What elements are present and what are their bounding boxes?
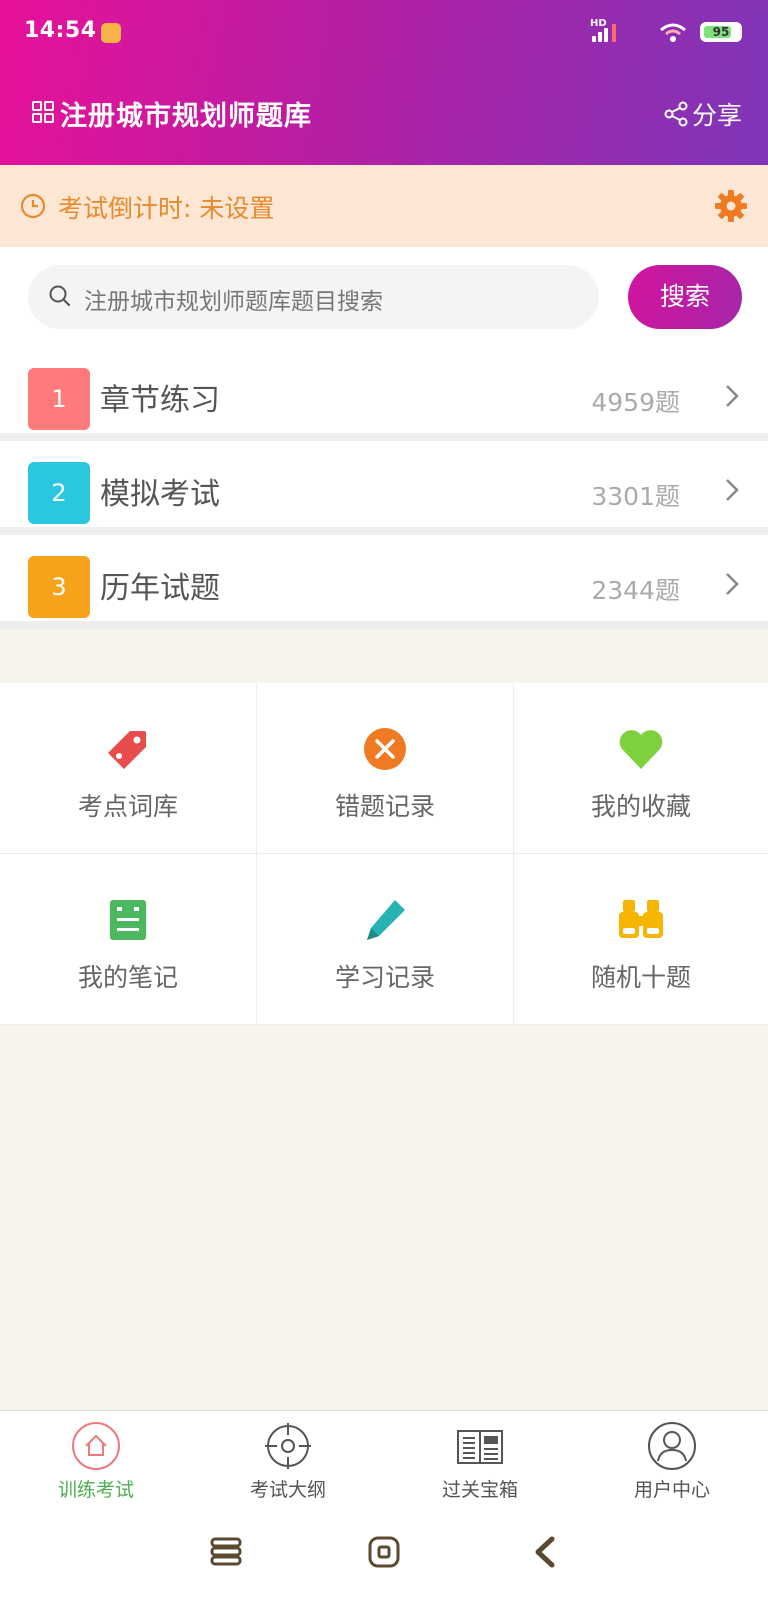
question-count: 2344题 [591,576,680,605]
search-icon [49,285,71,307]
heart-icon [619,730,663,769]
number-badge: 1 [28,368,90,430]
list-item-mock-exam[interactable]: 2 模拟考试 3301题 [0,441,768,535]
home-icon [72,1422,120,1470]
grid-item-key-points[interactable]: 考点词库 [0,683,257,854]
tab-label: 过关宝箱 [441,1479,518,1501]
status-time: 14:54 [24,18,97,43]
battery-level: 95 [712,25,730,39]
target-icon [265,1423,311,1469]
list-item-past-exams[interactable]: 3 历年试题 2344题 [0,535,768,629]
search-placeholder: 注册城市规划师题库题目搜索 [84,289,383,315]
tab-exam-outline[interactable]: 考试大纲 [192,1411,384,1506]
apps-grid-icon[interactable] [32,101,56,125]
grid-item-study-records[interactable]: 学习记录 [257,854,514,1025]
bottom-nav: 训练考试 考试大纲 过关宝箱 用户中心 [0,1410,768,1506]
pencil-icon [367,900,405,940]
chevron-right-icon [726,479,739,501]
note-icon [110,900,146,940]
home-button[interactable] [368,1536,400,1568]
clock-icon [20,193,46,219]
tab-label: 用户中心 [633,1479,710,1501]
page-title: 注册城市规划师题库 [60,101,312,132]
grid-item-wrong-answers[interactable]: 错题记录 [257,683,514,854]
app-header: 14:54 HD 95 注册城市规划师题库 分享 [0,0,768,165]
title-bar: 注册城市规划师题库 分享 [0,80,768,150]
search-button[interactable]: 搜索 [628,265,742,329]
share-button[interactable]: 分享 [664,94,742,134]
chevron-right-icon [726,573,739,595]
countdown-text: 考试倒计时: 未设置 [58,194,275,223]
tab-pass-treasure[interactable]: 过关宝箱 [384,1411,576,1506]
grid-item-label: 错题记录 [334,792,435,821]
tab-training-exam[interactable]: 训练考试 [0,1411,192,1506]
list-item-label: 章节练习 [100,383,220,418]
tag-icon [108,731,146,769]
list-item-chapter-practice[interactable]: 1 章节练习 4959题 [0,347,768,441]
back-button[interactable] [532,1536,558,1568]
menu-button[interactable] [210,1536,242,1566]
list-item-label: 历年试题 [100,571,220,606]
grid-item-favorites[interactable]: 我的收藏 [514,683,768,854]
search-input[interactable]: 注册城市规划师题库题目搜索 [28,265,599,329]
grid-item-random-ten[interactable]: 随机十题 [514,854,768,1025]
battery-icon: 95 [700,22,742,42]
tab-label: 训练考试 [57,1479,134,1501]
grid-item-notes[interactable]: 我的笔记 [0,854,257,1025]
signal-icon: HD [590,18,620,46]
practice-list: 1 章节练习 4959题 2 模拟考试 3301题 3 历年试题 2344题 [0,347,768,629]
grid-item-label: 随机十题 [590,963,691,992]
number-badge: 3 [28,556,90,618]
grid-item-label: 学习记录 [334,963,435,992]
feature-grid: 考点词库 错题记录 我的收藏 我的笔记 学习记录 随机十题 [0,683,768,1025]
status-bar: 14:54 HD 95 [0,0,768,66]
news-icon [457,1430,503,1464]
grid-item-label: 考点词库 [77,792,178,821]
tab-label: 考试大纲 [249,1479,326,1501]
search-area: 注册城市规划师题库题目搜索 搜索 [0,247,768,347]
system-nav-bar [0,1506,768,1600]
question-count: 3301题 [591,482,680,511]
x-circle-icon [364,728,406,770]
tab-user-center[interactable]: 用户中心 [576,1411,768,1506]
binoculars-icon [619,900,663,938]
question-count: 4959题 [591,388,680,417]
gear-icon[interactable] [714,189,748,223]
number-badge: 2 [28,462,90,524]
grid-item-label: 我的笔记 [77,963,178,992]
share-label: 分享 [691,101,742,130]
user-icon [648,1422,696,1470]
exam-countdown-bar[interactable]: 考试倒计时: 未设置 [0,165,768,247]
notification-app-icon [101,23,121,43]
chevron-right-icon [726,385,739,407]
wifi-icon [658,20,688,46]
grid-item-label: 我的收藏 [590,792,691,821]
list-item-label: 模拟考试 [100,477,220,512]
share-icon [664,101,688,127]
